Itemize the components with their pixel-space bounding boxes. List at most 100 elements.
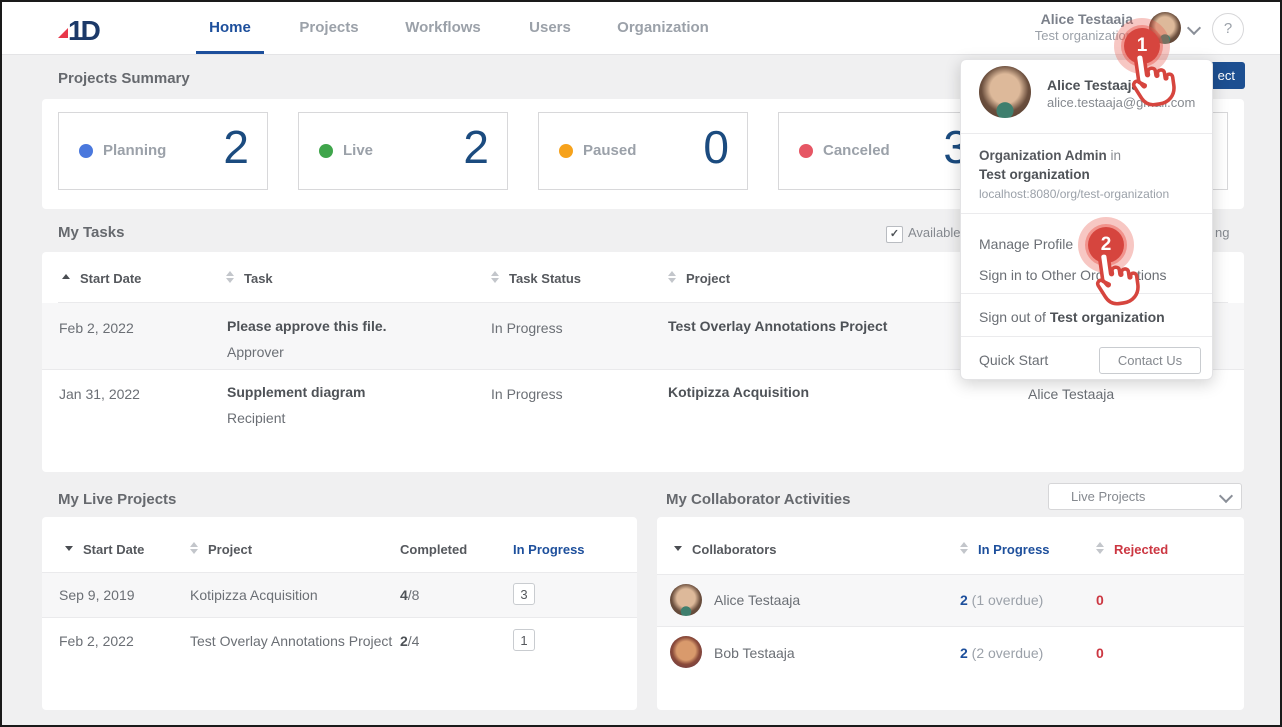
- divider: [961, 133, 1212, 134]
- column-header-rejected[interactable]: Rejected: [1114, 542, 1168, 557]
- column-header-task[interactable]: Task: [244, 271, 273, 286]
- completed-total: /8: [408, 587, 420, 603]
- overdue-note: (2 overdue): [968, 645, 1043, 661]
- live-status-dot: [319, 144, 333, 158]
- sort-asc-icon[interactable]: [62, 274, 70, 279]
- task-project: Kotipizza Acquisition: [668, 384, 809, 400]
- in-progress-count: 2: [960, 592, 968, 608]
- tab-home[interactable]: Home: [209, 2, 251, 54]
- planning-status-dot: [79, 144, 93, 158]
- summary-card-label: Planning: [103, 142, 166, 159]
- top-nav-bar: 1D Home Projects Workflows Users Organiz…: [2, 2, 1280, 55]
- summary-card-planning[interactable]: Planning 2: [58, 112, 268, 190]
- menu-item-quick-start[interactable]: Quick Start: [979, 352, 1048, 368]
- user-name: Alice Testaaja: [1035, 11, 1133, 28]
- sort-icon[interactable]: [960, 542, 968, 554]
- column-header-in-progress: In Progress: [513, 542, 585, 557]
- chevron-down-icon: [1219, 489, 1233, 503]
- collaborator-rejected: 0: [1096, 592, 1104, 608]
- active-tab-indicator: [196, 51, 264, 54]
- sort-desc-icon[interactable]: [674, 546, 682, 551]
- paused-status-dot: [559, 144, 573, 158]
- in-progress-count: 2: [960, 645, 968, 661]
- task-role: Approver: [227, 344, 284, 360]
- menu-item-sign-out[interactable]: Sign out of Test organization: [979, 309, 1165, 325]
- menu-item-manage-profile[interactable]: Manage Profile: [979, 236, 1073, 252]
- column-header-task-status[interactable]: Task Status: [509, 271, 581, 286]
- collaborator-avatar: [670, 636, 702, 668]
- completed-total: /4: [408, 633, 420, 649]
- sort-icon[interactable]: [190, 542, 198, 554]
- project-start-date: Feb 2, 2022: [59, 633, 134, 649]
- divider: [961, 336, 1212, 337]
- sort-icon[interactable]: [226, 271, 234, 283]
- task-assignee: Alice Testaaja: [1028, 386, 1114, 402]
- column-header-start-date[interactable]: Start Date: [80, 271, 141, 286]
- task-project: Test Overlay Annotations Project: [668, 318, 887, 334]
- in-progress-count-box[interactable]: 3: [513, 583, 535, 605]
- collaborator-in-progress: 2 (1 overdue): [960, 592, 1043, 608]
- column-header-collaborators[interactable]: Collaborators: [692, 542, 777, 557]
- collaborator-name: Bob Testaaja: [714, 645, 795, 661]
- summary-card-value: 2: [223, 120, 249, 174]
- tab-workflows[interactable]: Workflows: [405, 2, 481, 54]
- app-logo-icon[interactable]: 1D: [55, 12, 101, 46]
- collaborator-rejected: 0: [1096, 645, 1104, 661]
- app-window: 1D Home Projects Workflows Users Organiz…: [0, 0, 1282, 727]
- column-header-start-date[interactable]: Start Date: [83, 542, 144, 557]
- column-header-project[interactable]: Project: [208, 542, 252, 557]
- project-start-date: Sep 9, 2019: [59, 587, 135, 603]
- profile-org-name: Test organization: [979, 167, 1090, 182]
- summary-card-value: 0: [703, 120, 729, 174]
- sort-icon[interactable]: [1096, 542, 1104, 554]
- role-suffix: in: [1107, 148, 1121, 163]
- project-name: Test Overlay Annotations Project: [190, 633, 392, 649]
- task-status: In Progress: [491, 386, 563, 402]
- help-button[interactable]: ?: [1212, 13, 1244, 45]
- my-tasks-title: My Tasks: [58, 224, 124, 241]
- sign-out-prefix: Sign out of: [979, 309, 1050, 325]
- collaborator-name: Alice Testaaja: [714, 592, 800, 608]
- task-title: Please approve this file.: [227, 318, 387, 334]
- completed-count: 2: [400, 633, 408, 649]
- profile-org-url: localhost:8080/org/test-organization: [979, 187, 1169, 201]
- column-header-in-progress[interactable]: In Progress: [978, 542, 1050, 557]
- profile-role: Organization Admin: [979, 148, 1107, 163]
- sort-icon[interactable]: [491, 271, 499, 283]
- summary-card-label: Canceled: [823, 142, 890, 159]
- tab-projects[interactable]: Projects: [299, 2, 358, 54]
- my-live-projects-title: My Live Projects: [58, 491, 176, 508]
- in-progress-count-box[interactable]: 1: [513, 629, 535, 651]
- column-header-completed: Completed: [400, 542, 467, 557]
- sort-icon[interactable]: [668, 271, 676, 283]
- available-checkbox[interactable]: ✓: [886, 226, 903, 243]
- my-collaborator-activities-title: My Collaborator Activities: [666, 491, 850, 508]
- collaborator-in-progress: 2 (2 overdue): [960, 645, 1043, 661]
- summary-card-live[interactable]: Live 2: [298, 112, 508, 190]
- collaborator-avatar: [670, 584, 702, 616]
- pending-label-fragment: ng: [1215, 225, 1229, 240]
- sort-desc-icon[interactable]: [65, 546, 73, 551]
- summary-card-paused[interactable]: Paused 0: [538, 112, 748, 190]
- canceled-status-dot: [799, 144, 813, 158]
- divider: [961, 213, 1212, 214]
- task-title: Supplement diagram: [227, 384, 365, 400]
- task-status: In Progress: [491, 320, 563, 336]
- click-hand-icon: [1114, 44, 1184, 116]
- chevron-down-icon[interactable]: [1187, 21, 1201, 35]
- svg-text:1D: 1D: [68, 15, 101, 46]
- completed-count: 4: [400, 587, 408, 603]
- column-header-project[interactable]: Project: [686, 271, 730, 286]
- project-name: Kotipizza Acquisition: [190, 587, 318, 603]
- contact-us-button[interactable]: Contact Us: [1099, 347, 1201, 374]
- project-filter-select[interactable]: Live Projects: [1048, 483, 1242, 510]
- summary-card-canceled[interactable]: Canceled 3: [778, 112, 988, 190]
- task-role: Recipient: [227, 410, 285, 426]
- tab-organization[interactable]: Organization: [617, 2, 709, 54]
- profile-avatar-large: [979, 66, 1031, 118]
- tab-users[interactable]: Users: [529, 2, 571, 54]
- filter-selected-value: Live Projects: [1071, 489, 1145, 504]
- task-start-date: Jan 31, 2022: [59, 386, 140, 402]
- profile-role-line: Organization Admin in: [979, 148, 1121, 163]
- click-hand-icon: [1078, 243, 1148, 315]
